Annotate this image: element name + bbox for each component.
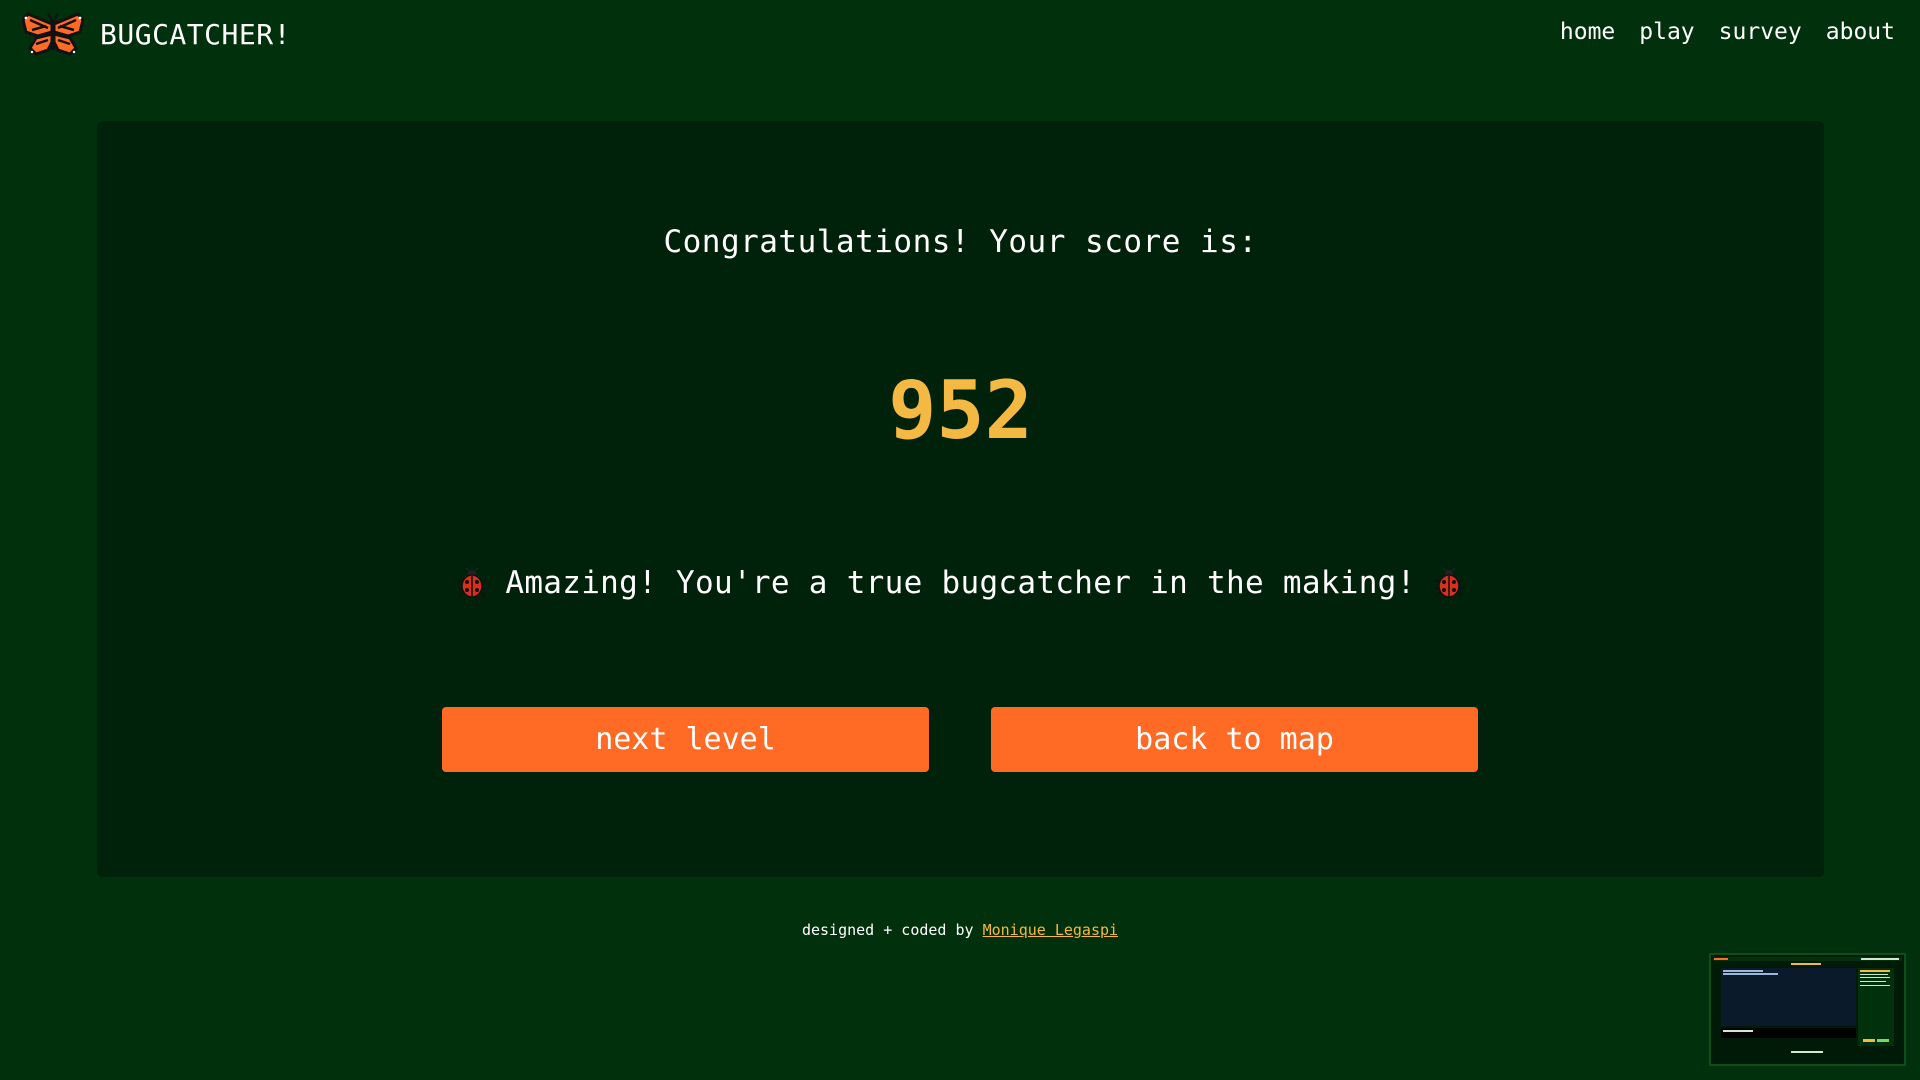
score-card: Congratulations! Your score is: 952 Amaz…	[97, 121, 1824, 877]
next-level-button[interactable]: next level	[442, 707, 929, 772]
nav-play[interactable]: play	[1639, 19, 1694, 45]
site-header: BUGCATCHER! home play survey about	[0, 0, 1920, 72]
ladybug-icon	[1434, 568, 1463, 598]
page: BUGCATCHER! home play survey about Congr…	[0, 0, 1920, 1080]
footer-credit-text: designed + coded by	[801, 921, 974, 939]
score-value: 952	[888, 364, 1033, 457]
ladybug-icon	[458, 568, 487, 598]
result-message: Amazing! You're a true bugcatcher in the…	[97, 565, 1824, 601]
screen-preview-thumbnail[interactable]	[1709, 953, 1906, 1066]
nav-about[interactable]: about	[1826, 19, 1895, 45]
author-link[interactable]: Monique Legaspi	[983, 921, 1118, 939]
site-footer: designed + coded by Monique Legaspi	[0, 921, 1920, 939]
main-nav: home play survey about	[1560, 19, 1895, 45]
back-to-map-button[interactable]: back to map	[991, 707, 1478, 772]
brand-name: BUGCATCHER!	[100, 17, 291, 51]
preview-image	[1711, 955, 1904, 1064]
nav-home[interactable]: home	[1560, 19, 1615, 45]
butterfly-icon	[22, 12, 84, 56]
nav-survey[interactable]: survey	[1719, 19, 1802, 45]
result-message-text: Amazing! You're a true bugcatcher in the…	[505, 565, 1416, 601]
congrats-heading: Congratulations! Your score is:	[663, 224, 1258, 260]
brand-link[interactable]: BUGCATCHER!	[22, 12, 291, 56]
